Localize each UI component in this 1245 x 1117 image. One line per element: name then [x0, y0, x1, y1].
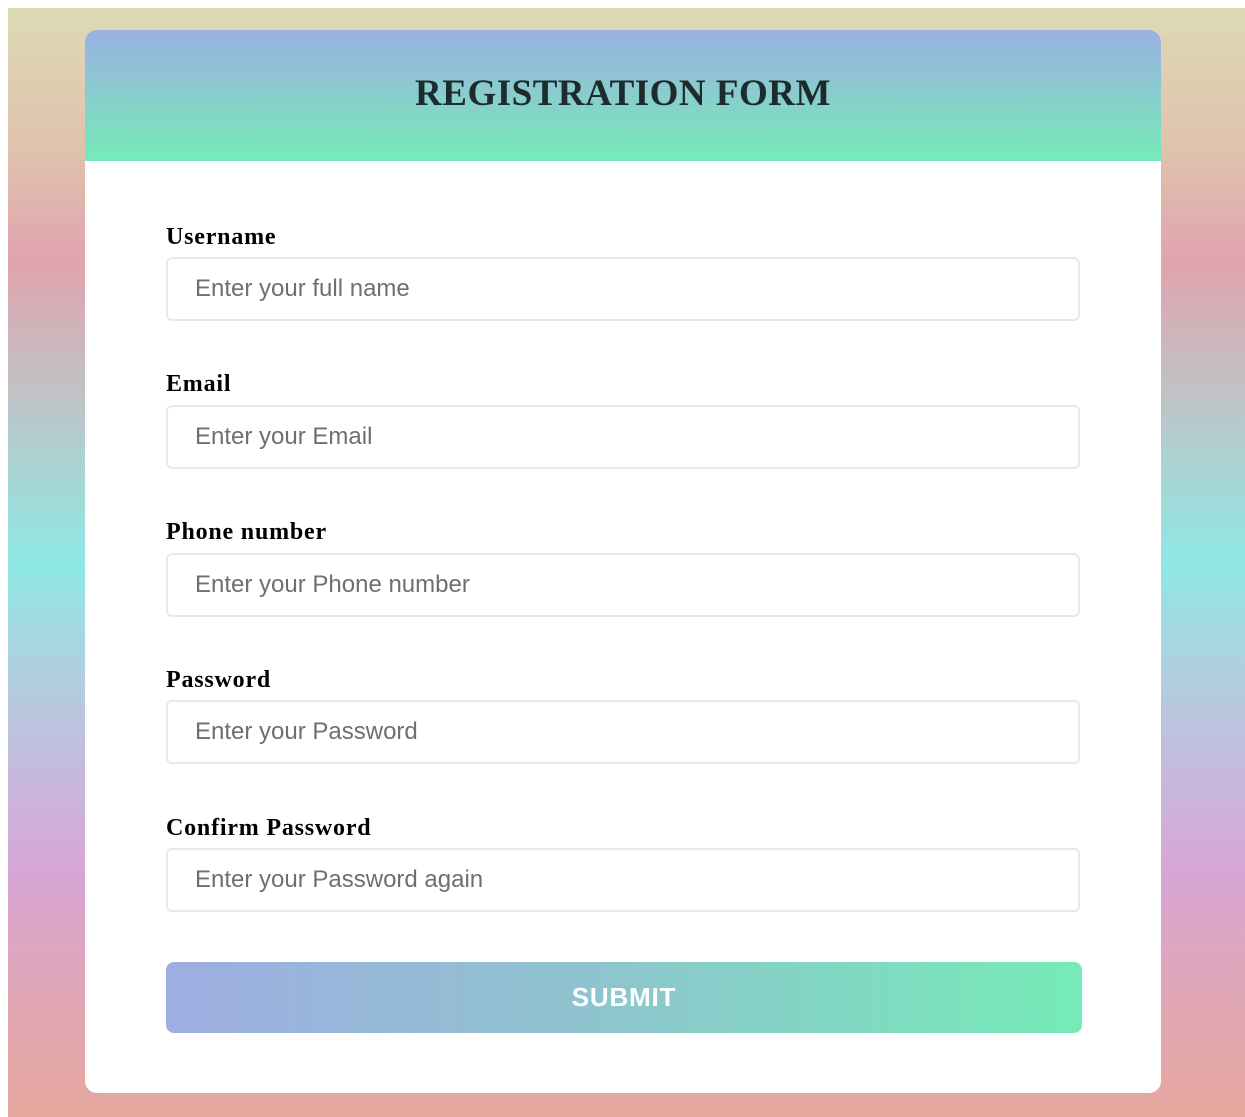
phone-number-input[interactable]: [166, 553, 1080, 617]
username-label: Username: [166, 224, 277, 250]
username-input[interactable]: [166, 257, 1080, 321]
password-input[interactable]: [166, 700, 1080, 764]
email-label: Email: [166, 371, 232, 397]
confirm-password-input[interactable]: [166, 848, 1080, 912]
password-label: Password: [166, 667, 272, 693]
phone-number-label: Phone number: [166, 519, 327, 545]
form-header: REGISTRATION FORM: [85, 30, 1161, 161]
email-input[interactable]: [166, 405, 1080, 469]
confirm-password-label: Confirm Password: [166, 815, 372, 841]
registration-card: REGISTRATION FORM Username Email Phone n…: [85, 30, 1161, 1093]
submit-button[interactable]: SUBMIT: [166, 962, 1082, 1033]
form-title: REGISTRATION FORM: [415, 73, 831, 114]
